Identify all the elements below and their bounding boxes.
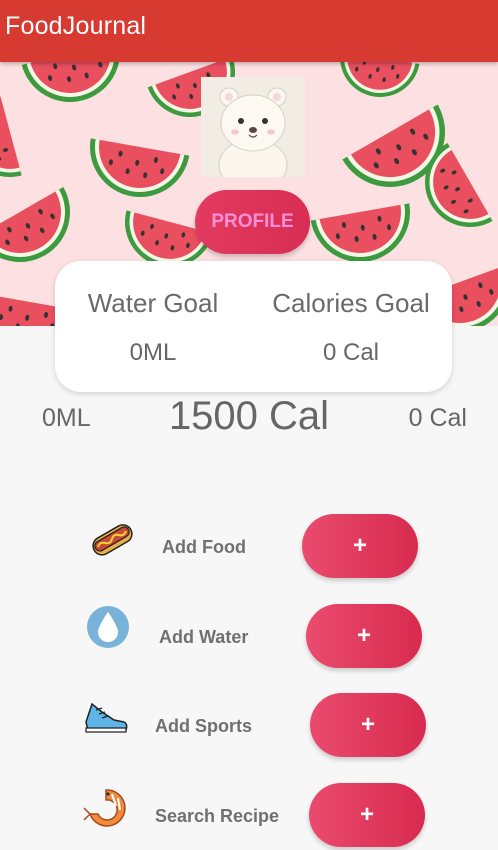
polar-bear-icon (201, 77, 305, 177)
sneaker-icon (82, 694, 130, 742)
add-food-label: Add Food (162, 537, 246, 557)
add-sports-button[interactable]: + (310, 693, 426, 757)
profile-button[interactable]: PROFILE (195, 190, 310, 254)
add-food-button[interactable]: + (302, 514, 418, 578)
avatar[interactable] (201, 77, 305, 177)
calories-goal-value: 0 Cal (322, 339, 380, 366)
water-goal-value: 0ML (129, 339, 177, 366)
add-sports-label: Add Sports (155, 716, 252, 736)
water-goal-label: Water Goal (87, 288, 219, 318)
goals-card: Water Goal 0ML Calories Goal 0 Cal (55, 261, 452, 392)
app-title: FoodJournal (5, 12, 147, 40)
add-water-button[interactable]: + (306, 604, 422, 668)
water-drop-icon (86, 604, 134, 652)
calories-goal-label: Calories Goal (272, 288, 430, 318)
add-water-label: Add Water (159, 627, 249, 647)
app-bar: FoodJournal (0, 0, 498, 62)
search-recipe-button[interactable]: + (309, 783, 425, 847)
shrimp-icon (82, 784, 130, 832)
calories-consumed: 0 Cal (408, 404, 467, 432)
hotdog-icon (88, 515, 136, 563)
search-recipe-label: Search Recipe (155, 806, 280, 826)
